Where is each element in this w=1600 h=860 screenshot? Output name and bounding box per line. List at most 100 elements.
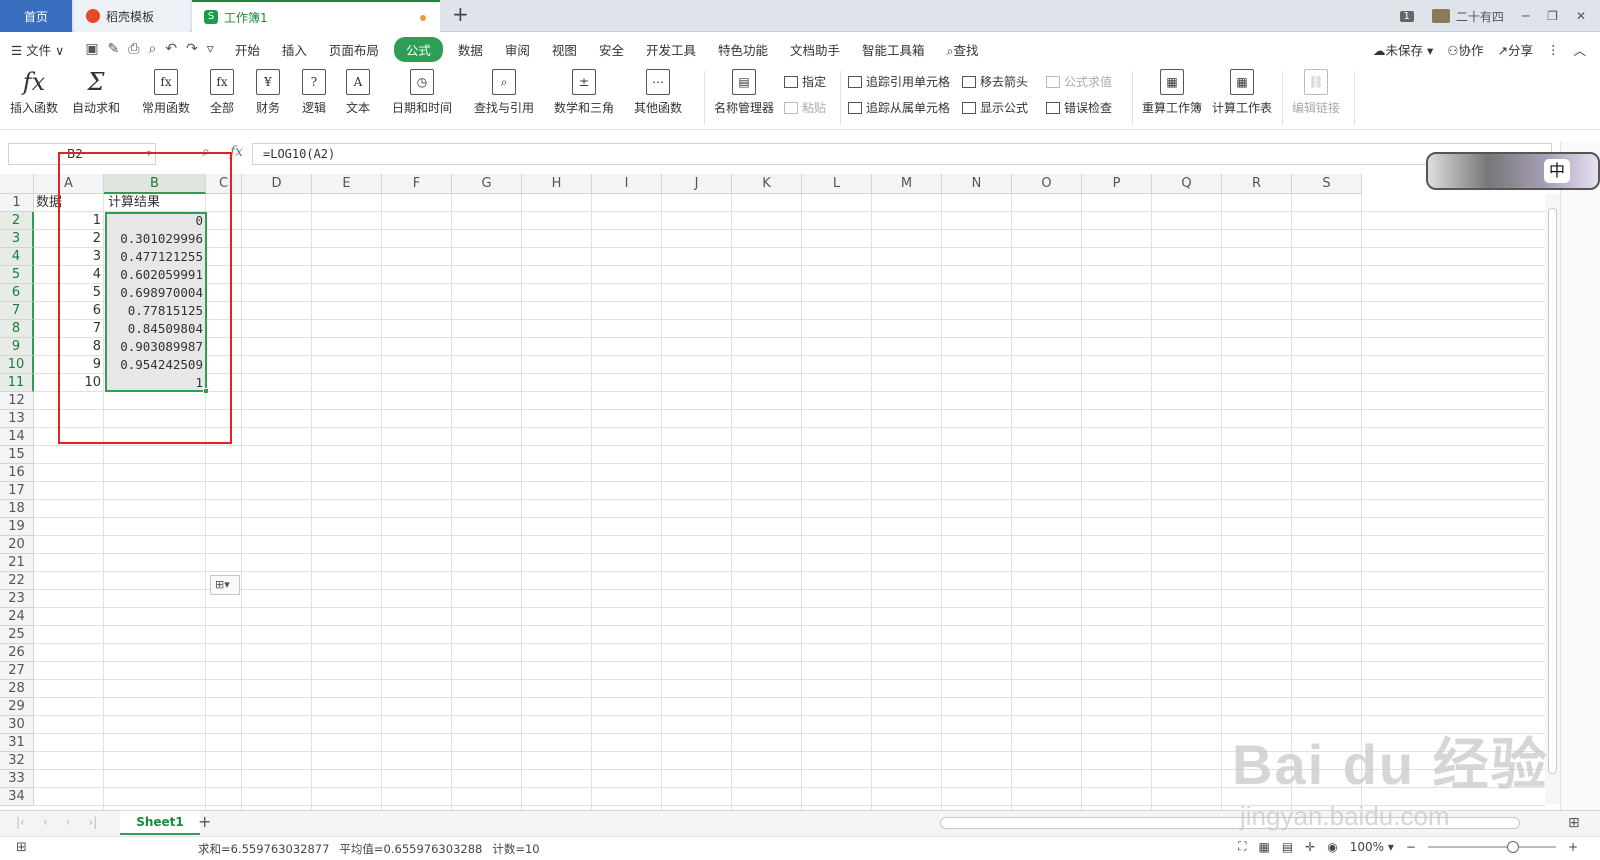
row-header[interactable]: 17 bbox=[0, 482, 34, 500]
row-header[interactable]: 25 bbox=[0, 626, 34, 644]
column-header-o[interactable]: O bbox=[1012, 174, 1082, 194]
last-sheet-icon[interactable]: ›| bbox=[88, 815, 97, 829]
grid-view-icon[interactable]: ⊞ bbox=[1568, 815, 1580, 831]
zoom-formula-icon[interactable]: ⌕ bbox=[202, 144, 210, 160]
cell-a5[interactable]: 4 bbox=[34, 266, 104, 284]
row-header[interactable]: 21 bbox=[0, 554, 34, 572]
menu-formulas[interactable]: 公式 bbox=[393, 36, 443, 62]
column-header-f[interactable]: F bbox=[382, 174, 452, 194]
row-header[interactable]: 30 bbox=[0, 716, 34, 734]
cell-a6[interactable]: 5 bbox=[34, 284, 104, 302]
logic-functions-button[interactable]: ? 逻辑 bbox=[302, 69, 326, 125]
datetime-functions-button[interactable]: ◷ 日期和时间 bbox=[392, 69, 452, 125]
cell-a4[interactable]: 3 bbox=[34, 248, 104, 266]
collaborate-button[interactable]: ⚇协作 bbox=[1447, 40, 1483, 59]
column-header-g[interactable]: G bbox=[452, 174, 522, 194]
cell-b1[interactable]: 计算结果 bbox=[108, 194, 206, 212]
zoom-out-button[interactable]: − bbox=[1406, 840, 1416, 854]
row-header[interactable]: 18 bbox=[0, 500, 34, 518]
menu-developer[interactable]: 开发工具 bbox=[635, 40, 707, 59]
row-header[interactable]: 31 bbox=[0, 734, 34, 752]
redo-icon[interactable]: ↷ bbox=[186, 41, 198, 57]
column-header-d[interactable]: D bbox=[242, 174, 312, 194]
row-header[interactable]: 34 bbox=[0, 788, 34, 806]
vertical-scrollbar[interactable] bbox=[1545, 194, 1560, 804]
row-header[interactable]: 1 bbox=[0, 194, 34, 212]
row-header[interactable]: 12 bbox=[0, 392, 34, 410]
row-header[interactable]: 8 bbox=[0, 320, 34, 338]
remove-arrows-button[interactable]: 移去箭头 bbox=[962, 73, 1028, 90]
save-icon[interactable]: ▣ bbox=[85, 41, 98, 57]
row-header[interactable]: 7 bbox=[0, 302, 34, 320]
menu-data[interactable]: 数据 bbox=[447, 40, 494, 59]
name-box[interactable]: B2 ▾ bbox=[8, 143, 156, 165]
row-header[interactable]: 22 bbox=[0, 572, 34, 590]
tab-home[interactable]: 首页 bbox=[0, 0, 72, 32]
name-manager-button[interactable]: ▤ 名称管理器 bbox=[714, 69, 774, 125]
text-functions-button[interactable]: A 文本 bbox=[346, 69, 370, 125]
reading-mode-icon[interactable]: ✛ bbox=[1305, 840, 1315, 854]
column-header-j[interactable]: J bbox=[662, 174, 732, 194]
recalc-workbook-button[interactable]: ▦ 重算工作簿 bbox=[1142, 69, 1202, 125]
row-header[interactable]: 20 bbox=[0, 536, 34, 554]
row-header[interactable]: 26 bbox=[0, 644, 34, 662]
paste-options-button[interactable]: ⊞▾ bbox=[210, 575, 240, 595]
select-all-corner[interactable] bbox=[0, 174, 34, 194]
page-break-view-icon[interactable]: ▤ bbox=[1282, 840, 1293, 854]
lookup-functions-button[interactable]: ⌕ 查找与引用 bbox=[474, 69, 534, 125]
chevron-down-icon[interactable]: ▾ bbox=[146, 144, 151, 164]
menu-review[interactable]: 审阅 bbox=[494, 40, 541, 59]
column-header-s[interactable]: S bbox=[1292, 174, 1362, 194]
row-header[interactable]: 23 bbox=[0, 590, 34, 608]
unsaved-button[interactable]: ☁未保存 ▾ bbox=[1373, 40, 1433, 59]
formula-input[interactable]: =LOG10(A2) bbox=[252, 143, 1552, 165]
fill-handle[interactable] bbox=[203, 388, 209, 394]
zoom-slider-knob[interactable] bbox=[1507, 840, 1520, 853]
menu-security[interactable]: 安全 bbox=[588, 40, 635, 59]
row-header[interactable]: 14 bbox=[0, 428, 34, 446]
tab-template[interactable]: 稻壳模板 bbox=[74, 0, 190, 32]
cell-a1[interactable]: 数据 bbox=[36, 194, 104, 212]
menu-search[interactable]: ⌕查找 bbox=[936, 40, 990, 59]
print-preview-icon[interactable]: ⌕ bbox=[148, 41, 156, 57]
row-header[interactable]: 4 bbox=[0, 248, 34, 266]
cell-a2[interactable]: 1 bbox=[34, 212, 104, 230]
insert-function-button[interactable]: fx 插入函数 bbox=[10, 68, 58, 125]
undo-icon[interactable]: ↶ bbox=[165, 41, 177, 57]
other-functions-button[interactable]: ⋯ 其他函数 bbox=[634, 69, 682, 125]
row-header[interactable]: 33 bbox=[0, 770, 34, 788]
zoom-in-button[interactable]: + bbox=[1568, 840, 1578, 854]
fx-label[interactable]: fx bbox=[230, 144, 243, 160]
finance-functions-button[interactable]: ¥ 财务 bbox=[256, 69, 280, 125]
cell-a9[interactable]: 8 bbox=[34, 338, 104, 356]
column-header-q[interactable]: Q bbox=[1152, 174, 1222, 194]
column-header-h[interactable]: H bbox=[522, 174, 592, 194]
row-header[interactable]: 3 bbox=[0, 230, 34, 248]
column-header-i[interactable]: I bbox=[592, 174, 662, 194]
cell-a8[interactable]: 7 bbox=[34, 320, 104, 338]
row-header[interactable]: 10 bbox=[0, 356, 34, 374]
evaluate-formula-button[interactable]: 公式求值 bbox=[1046, 73, 1112, 90]
row-header[interactable]: 9 bbox=[0, 338, 34, 356]
column-header-p[interactable]: P bbox=[1082, 174, 1152, 194]
ime-widget[interactable]: 中 bbox=[1426, 152, 1600, 190]
menu-doc-assistant[interactable]: 文档助手 bbox=[779, 40, 851, 59]
specify-button[interactable]: 指定 bbox=[784, 73, 826, 90]
scroll-thumb[interactable] bbox=[1548, 208, 1557, 774]
sheet-tab-sheet1[interactable]: Sheet1 bbox=[120, 811, 200, 835]
tab-workbook[interactable]: S 工作簿1 bbox=[192, 0, 440, 32]
row-header[interactable]: 28 bbox=[0, 680, 34, 698]
print-icon[interactable]: ⎙ bbox=[128, 41, 139, 57]
row-header[interactable]: 27 bbox=[0, 662, 34, 680]
row-header[interactable]: 13 bbox=[0, 410, 34, 428]
fullscreen-icon[interactable]: ⛶ bbox=[1238, 839, 1246, 854]
prev-sheet-icon[interactable]: ‹ bbox=[43, 815, 48, 829]
column-header-a[interactable]: A bbox=[34, 174, 104, 194]
close-button[interactable]: ✕ bbox=[1576, 9, 1586, 23]
restore-button[interactable]: ❐ bbox=[1547, 9, 1558, 23]
ime-chinese-indicator[interactable]: 中 bbox=[1544, 159, 1570, 183]
cell-a3[interactable]: 2 bbox=[34, 230, 104, 248]
user-account[interactable]: 二十有四 bbox=[1431, 8, 1504, 25]
row-header[interactable]: 16 bbox=[0, 464, 34, 482]
normal-view-icon[interactable]: ▦ bbox=[1258, 840, 1269, 854]
